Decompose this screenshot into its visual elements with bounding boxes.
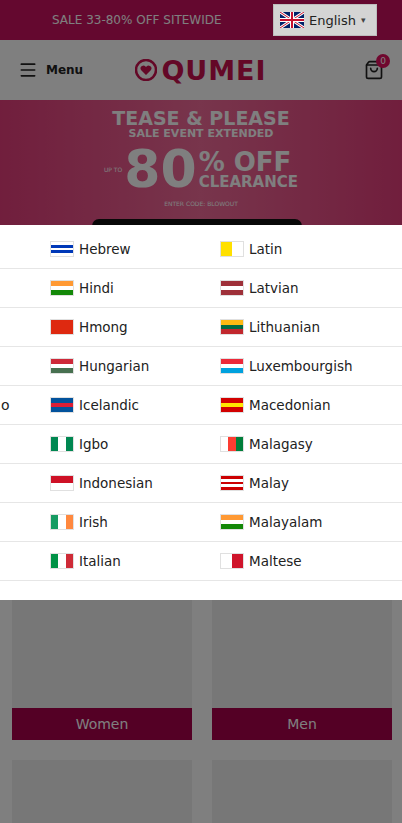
language-option[interactable]: Latvian: [210, 269, 402, 307]
flag-icon: [50, 553, 74, 569]
language-option[interactable]: Malayalam: [210, 503, 402, 541]
flag-icon: [220, 436, 244, 452]
language-option[interactable]: Latin: [210, 230, 402, 268]
language-row: HungarianLuxembourgish: [0, 347, 402, 386]
language-option-partial[interactable]: [0, 347, 40, 385]
language-menu: HebrewLatinHindiLatvianHmongLithuanianHu…: [0, 225, 402, 600]
language-option[interactable]: Macedonian: [210, 386, 402, 424]
language-option[interactable]: Hindi: [40, 269, 210, 307]
language-row: HindiLatvian: [0, 269, 402, 308]
language-option[interactable]: Lithuanian: [210, 308, 402, 346]
language-option-partial[interactable]: [0, 503, 40, 541]
language-option-partial[interactable]: [0, 269, 40, 307]
language-option-partial[interactable]: [0, 464, 40, 502]
flag-icon: [50, 475, 74, 491]
flag-icon: [220, 553, 244, 569]
flag-icon: [50, 280, 74, 296]
language-option[interactable]: Hmong: [40, 308, 210, 346]
language-option[interactable]: Igbo: [40, 425, 210, 463]
flag-icon: [220, 358, 244, 374]
uk-flag-icon: [280, 12, 304, 28]
language-row: ItalianMaltese: [0, 542, 402, 581]
language-row: HmongLithuanian: [0, 308, 402, 347]
language-option[interactable]: Malagasy: [210, 425, 402, 463]
language-option-partial[interactable]: [0, 425, 40, 463]
language-option-partial[interactable]: [0, 308, 40, 346]
flag-icon: [220, 241, 244, 257]
language-row: IrishMalayalam: [0, 503, 402, 542]
language-row: IndonesianMalay: [0, 464, 402, 503]
flag-icon: [220, 475, 244, 491]
page: SALE 33-80% OFF SITEWIDEEnglish▾MenuQUME…: [0, 0, 402, 823]
language-row: oIcelandicMacedonian: [0, 386, 402, 425]
flag-icon: [50, 436, 74, 452]
flag-icon: [220, 280, 244, 296]
flag-icon: [50, 358, 74, 374]
flag-icon: [50, 397, 74, 413]
language-option-partial[interactable]: [0, 542, 40, 580]
flag-icon: [50, 514, 74, 530]
language-option[interactable]: Italian: [40, 542, 210, 580]
language-option[interactable]: Hebrew: [40, 230, 210, 268]
language-option-partial[interactable]: [0, 230, 40, 268]
flag-icon: [220, 319, 244, 335]
language-option[interactable]: Maltese: [210, 542, 402, 580]
language-select[interactable]: English▾: [273, 4, 377, 36]
language-option[interactable]: Irish: [40, 503, 210, 541]
flag-icon: [220, 514, 244, 530]
language-row: HebrewLatin: [0, 230, 402, 269]
language-option[interactable]: Luxembourgish: [210, 347, 402, 385]
flag-icon: [50, 241, 74, 257]
language-option[interactable]: Icelandic: [40, 386, 210, 424]
language-option[interactable]: Indonesian: [40, 464, 210, 502]
language-option[interactable]: Hungarian: [40, 347, 210, 385]
language-row: IgboMalagasy: [0, 425, 402, 464]
flag-icon: [50, 319, 74, 335]
dropdown-arrow-icon: ▾: [361, 15, 366, 25]
flag-icon: [220, 397, 244, 413]
language-option[interactable]: Malay: [210, 464, 402, 502]
language-option-partial[interactable]: o: [0, 386, 40, 424]
